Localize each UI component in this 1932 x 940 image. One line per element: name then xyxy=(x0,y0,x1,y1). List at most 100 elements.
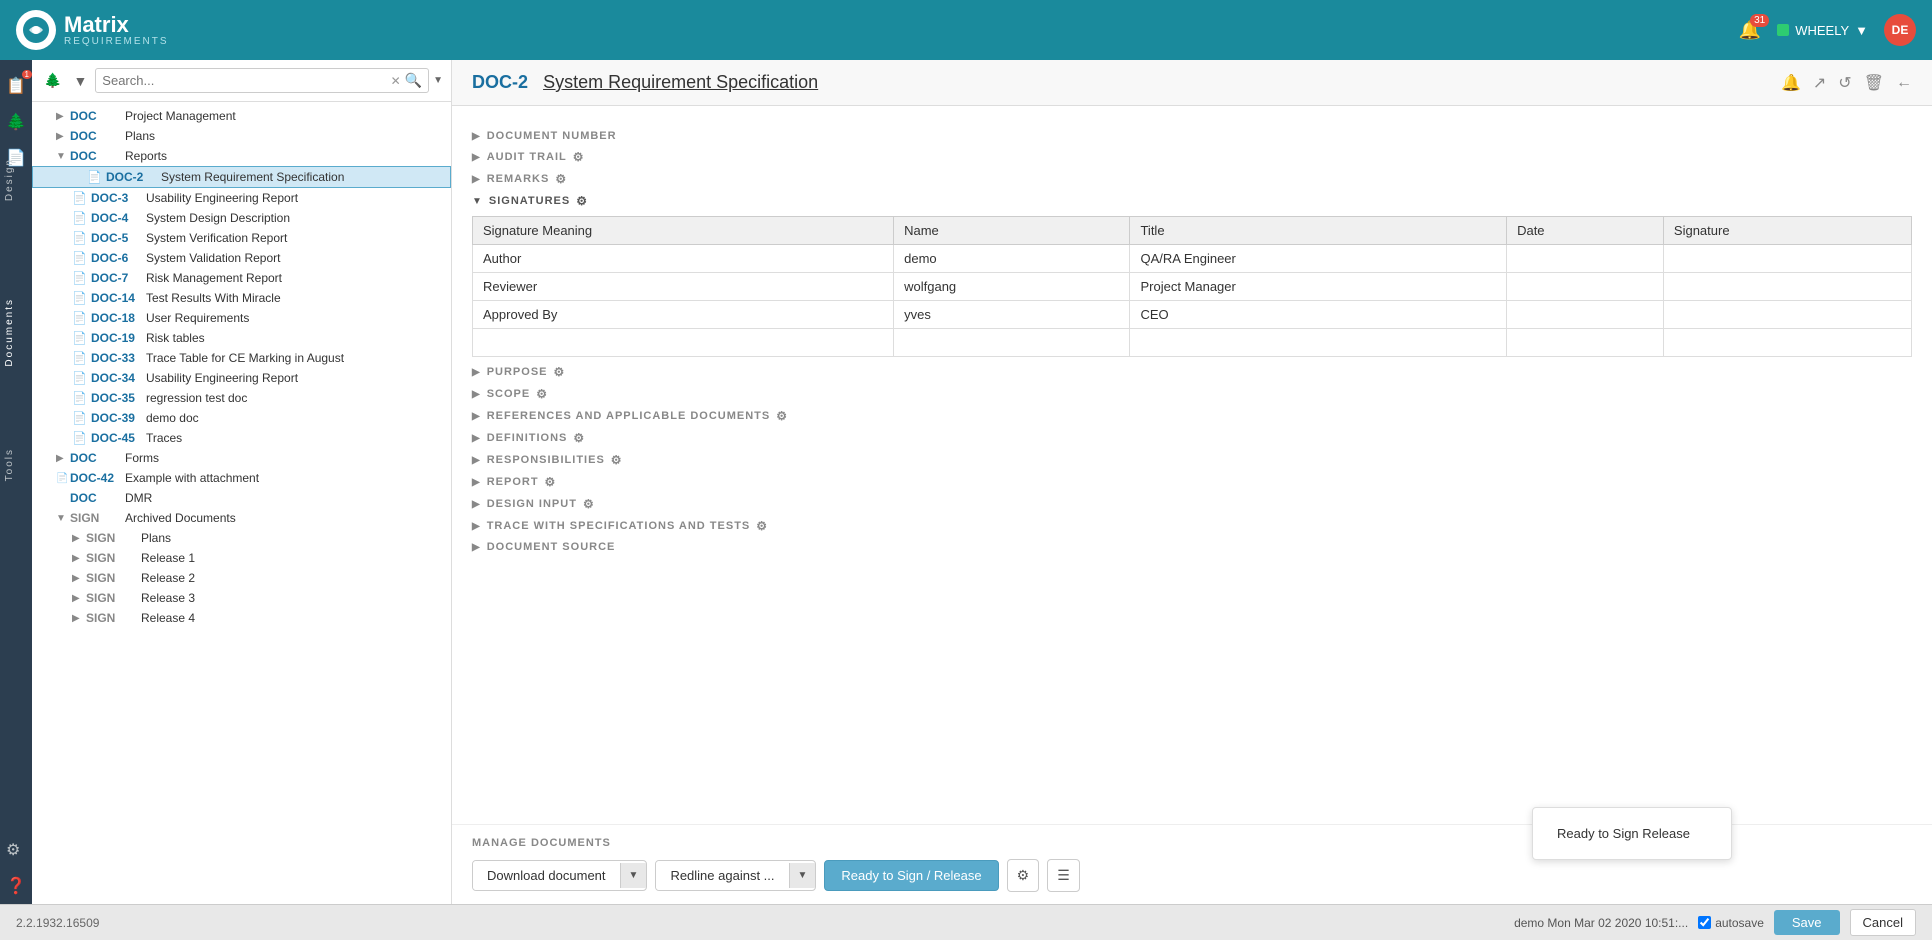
gear-icon[interactable]: ⚙ xyxy=(776,409,788,423)
tree-item[interactable]: DOC DMR xyxy=(32,488,451,508)
sidebar-icon-tools[interactable]: ⚙ xyxy=(0,832,34,868)
tree-item[interactable]: 📄 DOC-4 System Design Description xyxy=(32,208,451,228)
sign-release-button[interactable]: Ready to Sign / Release xyxy=(824,860,998,891)
tree-item[interactable]: ▼ DOC Reports xyxy=(32,146,451,166)
search-icon[interactable]: 🔍 xyxy=(405,72,422,89)
cell-meaning: Author xyxy=(473,245,894,273)
section-responsibilities[interactable]: ▶ RESPONSIBILITIES ⚙ xyxy=(472,453,1912,467)
tree-item[interactable]: 📄 DOC-3 Usability Engineering Report xyxy=(32,188,451,208)
history-icon[interactable]: ↺ xyxy=(1838,73,1851,93)
gear-icon[interactable]: ⚙ xyxy=(545,475,557,489)
sidebar-label-documents[interactable]: Documents xyxy=(0,290,19,375)
search-container: ✕ 🔍 xyxy=(95,68,429,93)
sidebar-icon-help[interactable]: ❓ xyxy=(0,868,34,904)
signatures-header[interactable]: ▼ SIGNATURES ⚙ xyxy=(472,194,1912,208)
tree-item[interactable]: ▶ DOC Plans xyxy=(32,126,451,146)
sidebar-label-tools[interactable]: Tools xyxy=(0,440,19,489)
arrow-icon: ▶ xyxy=(472,433,481,444)
tree-item[interactable]: 📄 DOC-42 Example with attachment xyxy=(32,468,451,488)
col-date: Date xyxy=(1507,217,1664,245)
gear-icon[interactable]: ⚙ xyxy=(573,431,585,445)
sidebar-icon-tree[interactable]: 🌲 xyxy=(0,104,34,140)
back-icon[interactable]: ← xyxy=(1896,74,1912,92)
tree-item[interactable]: 📄 DOC-33 Trace Table for CE Marking in A… xyxy=(32,348,451,368)
gear-icon[interactable]: ⚙ xyxy=(756,519,768,533)
tree-item[interactable]: 📄 DOC-6 System Validation Report xyxy=(32,248,451,268)
delete-icon[interactable]: 🗑 xyxy=(1864,73,1884,93)
section-references[interactable]: ▶ REFERENCES AND APPLICABLE DOCUMENTS ⚙ xyxy=(472,409,1912,423)
clear-icon[interactable]: ✕ xyxy=(391,74,401,88)
gear-icon[interactable]: ⚙ xyxy=(576,194,588,208)
section-label: REPORT xyxy=(487,476,539,488)
top-bar-right: 🔔 31 WHEELY ▼ DE xyxy=(1739,14,1916,46)
version-label: 2.2.1932.16509 xyxy=(16,916,99,930)
tree-item[interactable]: 📄 DOC-14 Test Results With Miracle xyxy=(32,288,451,308)
share-icon[interactable]: ↗ xyxy=(1813,73,1826,93)
section-document-number[interactable]: ▶ DOCUMENT NUMBER xyxy=(472,130,1912,142)
tree-item[interactable]: ▶ DOC Project Management xyxy=(32,106,451,126)
redline-button[interactable]: Redline against ... ▼ xyxy=(655,860,816,891)
search-input[interactable] xyxy=(102,73,390,88)
sidebar-icon-notifications[interactable]: 1 📋 xyxy=(0,68,34,104)
main-layout: 1 📋 🌲 📄 ⚙ ❓ Design Documents Tools 🌲 ▼ ✕… xyxy=(0,60,1932,904)
settings-icon-button[interactable]: ⚙ xyxy=(1007,859,1040,892)
tree-item[interactable]: 📄 DOC-35 regression test doc xyxy=(32,388,451,408)
tree-item[interactable]: ▶ SIGN Release 1 xyxy=(32,548,451,568)
tree-item[interactable]: 📄 DOC-34 Usability Engineering Report xyxy=(32,368,451,388)
tree-icon[interactable]: 🌲 xyxy=(40,70,65,91)
cell-date xyxy=(1507,273,1664,301)
doc-page-icon: 📄 xyxy=(72,231,87,245)
gear-icon[interactable]: ⚙ xyxy=(611,453,623,467)
bell-icon[interactable]: 🔔 xyxy=(1781,73,1801,93)
gear-icon[interactable]: ⚙ xyxy=(555,172,567,186)
tree-item[interactable]: 📄 DOC-18 User Requirements xyxy=(32,308,451,328)
section-report[interactable]: ▶ REPORT ⚙ xyxy=(472,475,1912,489)
search-options-icon[interactable]: ▼ xyxy=(433,75,443,86)
cell-signature xyxy=(1663,329,1911,357)
dropdown-arrow-icon[interactable]: ▼ xyxy=(789,863,816,888)
tree-item[interactable]: ▶ SIGN Release 4 xyxy=(32,608,451,628)
tree-item[interactable]: 📄 DOC-5 System Verification Report xyxy=(32,228,451,248)
arrow-icon: ▶ xyxy=(472,521,481,532)
tree-item[interactable]: 📄 DOC-45 Traces xyxy=(32,428,451,448)
tree-item[interactable]: ▶ DOC Forms xyxy=(32,448,451,468)
notifications-button[interactable]: 🔔 31 xyxy=(1739,20,1761,41)
section-label: PURPOSE xyxy=(487,366,548,378)
doc-page-icon: 📄 xyxy=(72,271,87,285)
tree-item[interactable]: 📄 DOC-7 Risk Management Report xyxy=(32,268,451,288)
save-button[interactable]: Save xyxy=(1774,910,1840,935)
section-label: SIGNATURES xyxy=(489,195,570,207)
sidebar-label-design[interactable]: Design xyxy=(0,150,19,209)
download-document-button[interactable]: Download document ▼ xyxy=(472,860,647,891)
gear-icon[interactable]: ⚙ xyxy=(573,150,585,164)
section-purpose[interactable]: ▶ PURPOSE ⚙ xyxy=(472,365,1912,379)
section-scope[interactable]: ▶ SCOPE ⚙ xyxy=(472,387,1912,401)
autosave-input[interactable] xyxy=(1698,916,1711,929)
section-trace[interactable]: ▶ TRACE WITH SPECIFICATIONS AND TESTS ⚙ xyxy=(472,519,1912,533)
gear-icon[interactable]: ⚙ xyxy=(554,365,566,379)
tree-item[interactable]: ▶ SIGN Release 3 xyxy=(32,588,451,608)
user-button[interactable]: WHEELY ▼ xyxy=(1777,23,1868,38)
dropdown-arrow-icon[interactable]: ▼ xyxy=(620,863,647,888)
tree-item[interactable]: ▶ SIGN Release 2 xyxy=(32,568,451,588)
avatar[interactable]: DE xyxy=(1884,14,1916,46)
tree-item-doc2[interactable]: 📄 DOC-2 System Requirement Specification xyxy=(32,166,451,188)
section-document-source[interactable]: ▶ DOCUMENT SOURCE xyxy=(472,541,1912,553)
autosave-checkbox[interactable]: autosave xyxy=(1698,916,1764,930)
section-definitions[interactable]: ▶ DEFINITIONS ⚙ xyxy=(472,431,1912,445)
tree-item[interactable]: ▼ SIGN Archived Documents xyxy=(32,508,451,528)
tree-item[interactable]: 📄 DOC-19 Risk tables xyxy=(32,328,451,348)
tree-item[interactable]: ▶ SIGN Plans xyxy=(32,528,451,548)
chevron-down-icon[interactable]: ▼ xyxy=(69,71,91,91)
list-icon-button[interactable]: ☰ xyxy=(1047,859,1080,892)
popup-release-item[interactable]: Ready to Sign Release xyxy=(1549,820,1715,847)
section-audit-trail[interactable]: ▶ AUDIT TRAIL ⚙ xyxy=(472,150,1912,164)
tree-item[interactable]: 📄 DOC-39 demo doc xyxy=(32,408,451,428)
section-design-input[interactable]: ▶ DESIGN INPUT ⚙ xyxy=(472,497,1912,511)
gear-icon[interactable]: ⚙ xyxy=(536,387,548,401)
cancel-button[interactable]: Cancel xyxy=(1850,909,1916,936)
gear-icon[interactable]: ⚙ xyxy=(583,497,595,511)
section-remarks[interactable]: ▶ REMARKS ⚙ xyxy=(472,172,1912,186)
manage-buttons: Download document ▼ Redline against ... … xyxy=(472,859,1912,892)
arrow-icon: ▶ xyxy=(472,477,481,488)
